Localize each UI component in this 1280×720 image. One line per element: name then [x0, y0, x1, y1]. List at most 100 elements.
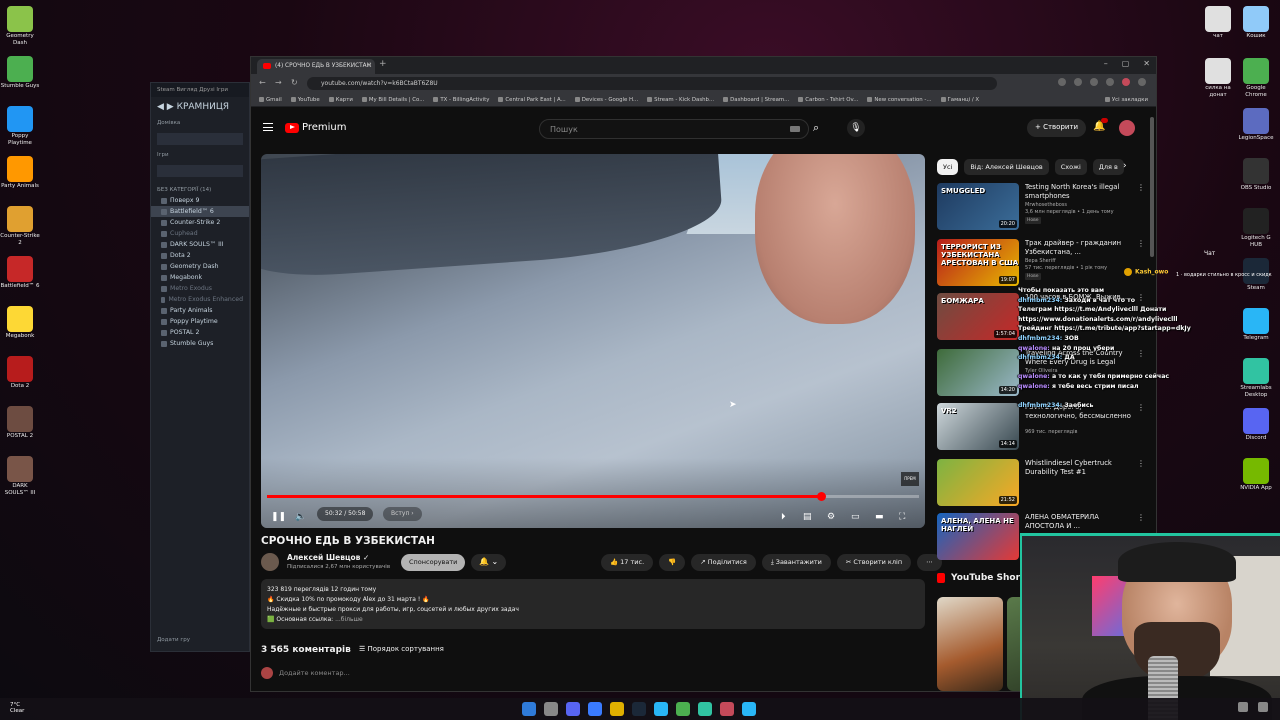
short-thumbnail[interactable] [937, 597, 1003, 691]
fullscreen-icon[interactable]: ⛶ [899, 512, 905, 522]
forward-icon[interactable]: → [275, 78, 282, 87]
filter-chip[interactable]: Схожі [1054, 159, 1087, 175]
download-button[interactable]: ⤓ Завантажити [761, 554, 831, 571]
mic-icon[interactable]: 🎙 [847, 119, 865, 137]
miniplayer-icon[interactable]: ▭ [851, 512, 860, 522]
tray-icon[interactable] [1258, 702, 1268, 712]
steam-icon[interactable] [632, 702, 646, 716]
subtitles-icon[interactable]: ▤ [803, 512, 812, 522]
chrome-icon[interactable] [676, 702, 690, 716]
steam-game-item[interactable]: Metro Exodus Enhanced [151, 294, 249, 305]
steam-game-item[interactable]: DARK SOULS™ III [151, 239, 249, 250]
start-icon[interactable] [522, 702, 536, 716]
sponsor-button[interactable]: Спонсорувати [401, 554, 466, 571]
steam-search-input[interactable] [157, 165, 243, 177]
discord-icon[interactable] [566, 702, 580, 716]
steam-game-item[interactable]: Megabonk [151, 272, 249, 283]
video-thumbnail[interactable]: ТЕРРОРИСТ ИЗ УЗБЕКИСТАНА АРЕСТОВАН В США… [937, 239, 1019, 286]
pause-icon[interactable]: ❚❚ [271, 512, 286, 522]
steam-game-item[interactable]: Poppy Playtime [151, 316, 249, 327]
weather-widget[interactable]: 7°C Clear [10, 702, 24, 714]
bookmark-item[interactable]: Карти [329, 95, 353, 104]
progress-bar[interactable] [267, 492, 919, 501]
channel-avatar[interactable] [261, 553, 279, 571]
share-button[interactable]: ↗ Поділитися [691, 554, 756, 571]
theater-icon[interactable]: ▬ [875, 512, 884, 522]
channel-name[interactable]: Вера Sheriff [1025, 258, 1056, 264]
video-player[interactable]: ПРЕМ ➤ ❚❚ 🔈 50:32 / 50:58 Вступ › ⏵ ▤ ⚙ … [261, 154, 925, 528]
steam-game-item[interactable]: Geometry Dash [151, 261, 249, 272]
steam-filter[interactable] [157, 133, 243, 145]
video-thumbnail[interactable]: БОМЖАРА 1:57:04 [937, 293, 1019, 340]
clip-button[interactable]: ✂ Створити кліп [836, 554, 912, 571]
steam-game-item[interactable]: Battlefield™ 6 [151, 206, 249, 217]
back-icon[interactable]: ← [259, 78, 266, 87]
video-thumbnail[interactable]: АЛЕНА, АЛЕНА НЕ НАГЛЕЙ [937, 513, 1019, 560]
steam-home[interactable]: Домівка [151, 117, 249, 129]
minimize-icon[interactable]: – [1104, 59, 1108, 68]
steam-add-game-button[interactable]: Додати гру [157, 637, 190, 643]
bookmark-item[interactable]: YouTube [291, 95, 320, 104]
video-thumbnail[interactable]: 14:20 [937, 349, 1019, 396]
video-thumbnail[interactable]: 21:52 [937, 459, 1019, 506]
dislike-button[interactable]: 👎 [659, 554, 686, 571]
streamlabs-icon[interactable] [698, 702, 712, 716]
close-icon[interactable]: ✕ [367, 62, 372, 69]
steam-game-item[interactable]: POSTAL 2 [151, 327, 249, 338]
url-input[interactable]: youtube.com/watch?v=k6BCtaBT6Z8U [307, 77, 997, 90]
channel-name[interactable]: Mrwhosetheboss [1025, 202, 1067, 208]
show-more-link[interactable]: ...більше [335, 616, 363, 623]
autoplay-toggle-icon[interactable]: ⏵ [781, 512, 786, 522]
bookmark-item[interactable]: TX - BillingActivity [433, 95, 489, 104]
bookmark-item[interactable]: Stream - Kick Dashb... [647, 95, 714, 104]
chevron-right-icon[interactable]: › [1123, 161, 1127, 171]
extension-icon[interactable] [1106, 78, 1114, 86]
menu-icon[interactable] [1138, 78, 1146, 86]
create-button[interactable]: + Створити [1027, 119, 1087, 137]
steam-game-item[interactable]: Party Animals [151, 305, 249, 316]
description-box[interactable]: 323 819 переглядів 12 годин тому 🔥 Скидк… [261, 579, 925, 629]
chapter-button[interactable]: Вступ › [383, 507, 422, 521]
steam-game-item[interactable]: Counter-Strike 2 [151, 217, 249, 228]
desktop-icon[interactable]: силка на донат [1198, 56, 1238, 99]
search-icon[interactable]: ⌕ [813, 121, 819, 135]
bookmark-item[interactable]: New conversation -... [867, 95, 931, 104]
steam-game-item[interactable]: Stumble Guys [151, 338, 249, 349]
desktop-icon[interactable]: Google Chrome [1236, 56, 1276, 99]
bookmark-item[interactable]: Dashboard | Stream... [723, 95, 789, 104]
youtube-logo[interactable]: Premium [285, 122, 347, 133]
more-vert-icon[interactable]: ⋮ [1137, 459, 1145, 468]
filter-chip[interactable]: Від: Алексей Шевцов [964, 159, 1049, 175]
bookmark-item[interactable]: Гаманці / X [941, 95, 980, 104]
extension-icon[interactable] [1090, 78, 1098, 86]
video-thumbnail[interactable]: SMUGGLED 20:20 [937, 183, 1019, 230]
desktop-icon[interactable]: Logitech G HUB [1236, 206, 1276, 249]
desktop-icon[interactable]: Counter-Strike 2 [0, 204, 40, 247]
scrollbar[interactable] [1150, 117, 1154, 257]
more-vert-icon[interactable]: ⋮ [1137, 513, 1145, 522]
settings-icon[interactable]: ⚙ [827, 512, 835, 522]
app-icon[interactable] [588, 702, 602, 716]
steam-menu[interactable]: Steam Вигляд Друзі Ігри [151, 83, 249, 97]
add-comment-input[interactable]: Додайте коментар... [261, 667, 925, 679]
filter-chip[interactable]: Для в [1092, 159, 1124, 175]
steam-store-tab[interactable]: ◀ ▶ КРАМНИЦЯ [151, 97, 249, 117]
bookmark-item[interactable]: Devices - Google H... [575, 95, 638, 104]
desktop-icon[interactable]: POSTAL 2 [0, 404, 40, 440]
new-tab-icon[interactable]: + [379, 59, 387, 69]
recommended-video[interactable]: ТЕРРОРИСТ ИЗ УЗБЕКИСТАНА АРЕСТОВАН В США… [937, 239, 1147, 289]
search-icon[interactable] [544, 702, 558, 716]
telegram-icon[interactable] [742, 702, 756, 716]
desktop-icon[interactable]: DARK SOULS™ III [0, 454, 40, 497]
bookmark-item[interactable]: Gmail [259, 95, 282, 104]
steam-category[interactable]: БЕЗ КАТЕГОРІЇ (14) [151, 181, 249, 195]
desktop-icon[interactable]: чат [1198, 4, 1238, 40]
steam-game-item[interactable]: Dota 2 [151, 250, 249, 261]
video-thumbnail[interactable]: VR2 14:14 [937, 403, 1019, 450]
desktop-icon[interactable]: Кошик [1236, 4, 1276, 40]
more-vert-icon[interactable]: ⋮ [1137, 183, 1145, 192]
subscribed-bell-button[interactable]: 🔔 ⌄ [471, 554, 507, 571]
more-vert-icon[interactable]: ⋮ [1137, 239, 1145, 248]
tray-icon[interactable] [1238, 702, 1248, 712]
recommended-video[interactable]: 21:52 Whistlindiesel Cybertruck Durabilit… [937, 459, 1147, 509]
